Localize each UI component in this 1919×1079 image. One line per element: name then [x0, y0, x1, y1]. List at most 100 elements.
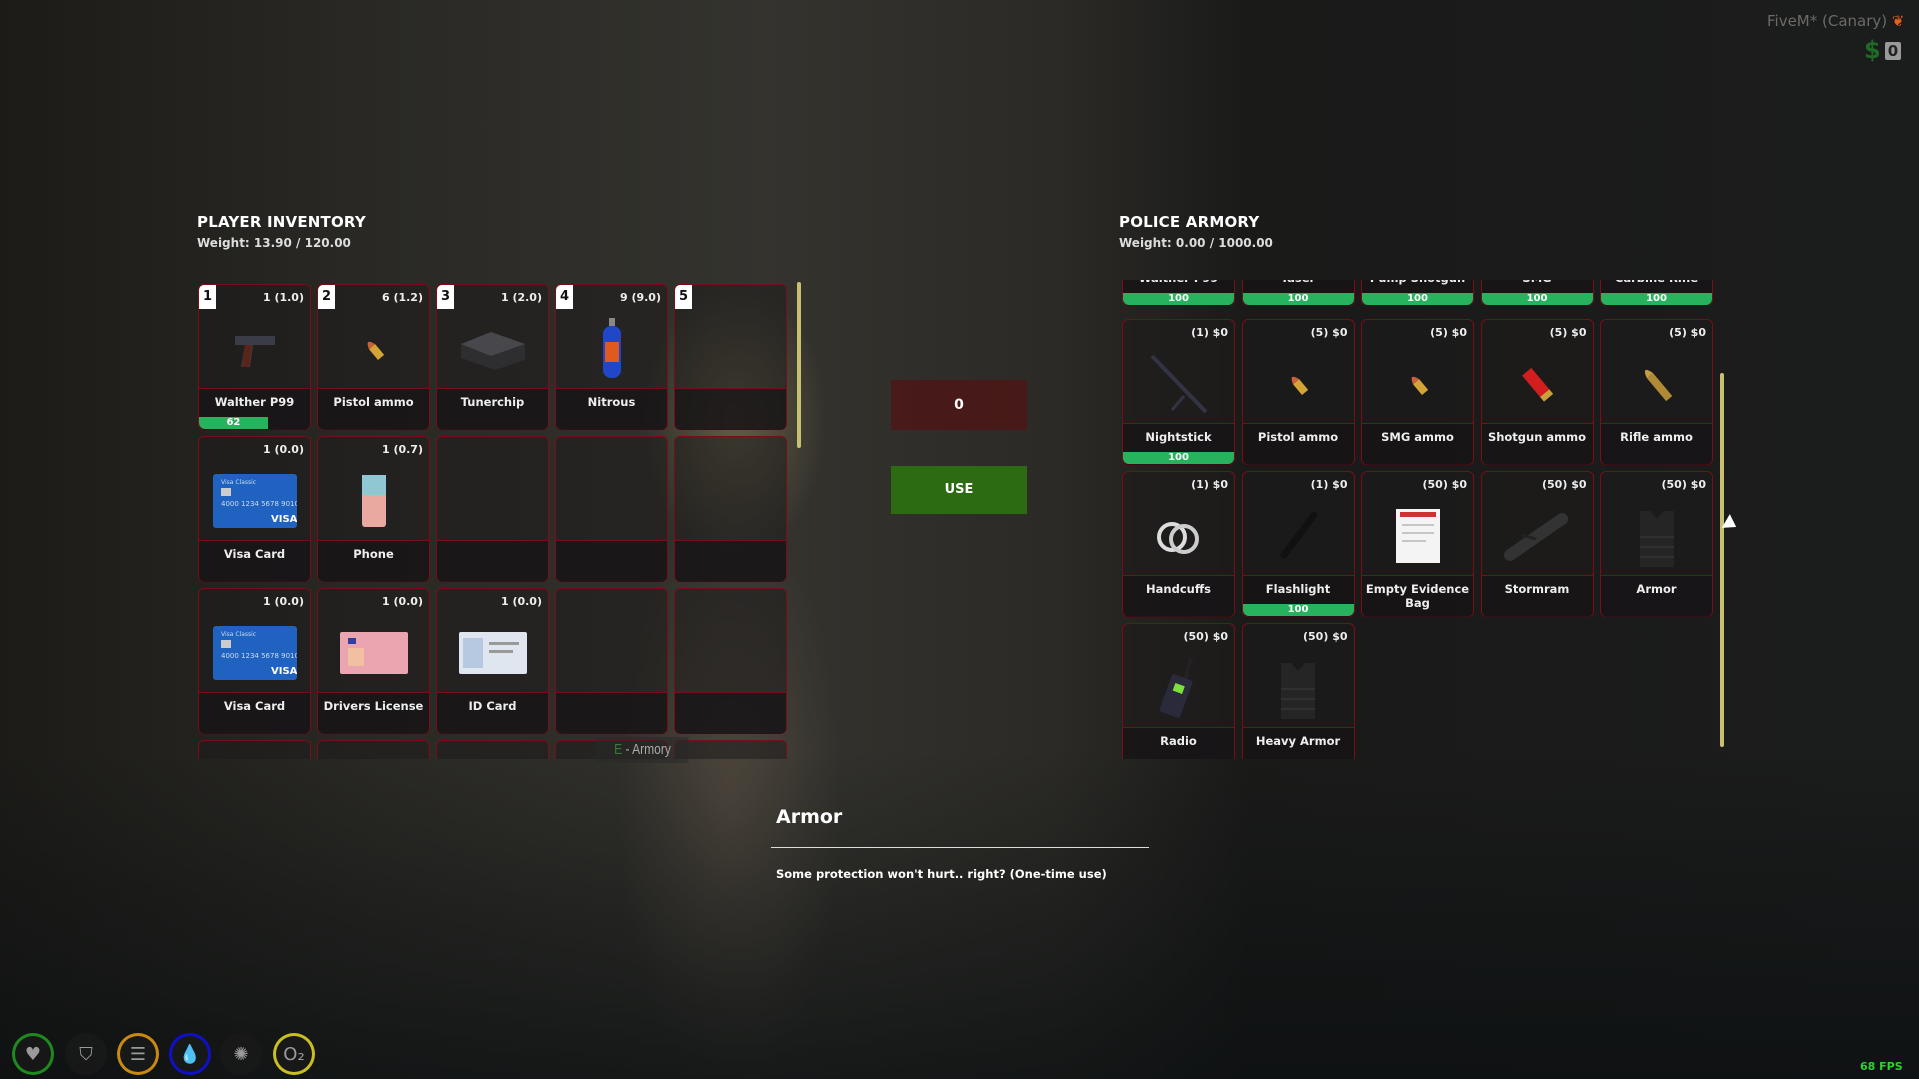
- player_inventory-slot[interactable]: [198, 740, 311, 759]
- armory-slot[interactable]: (5) $0 Shotgun ammo: [1480, 319, 1594, 465]
- armory-slot[interactable]: Pump Shotgun 100: [1361, 280, 1474, 306]
- stormram-icon: [1482, 500, 1593, 572]
- item-label: Flashlight: [1265, 582, 1331, 596]
- armory-slot[interactable]: Walther P99 100: [1122, 280, 1235, 306]
- slot-number: 2: [318, 285, 335, 309]
- item-label: Nightstick: [1145, 430, 1212, 444]
- armory-slot[interactable]: (1) $0 Handcuffs: [1122, 471, 1235, 617]
- player_inventory-slot[interactable]: [674, 740, 787, 759]
- player-inventory-title: PLAYER INVENTORY: [197, 213, 366, 231]
- durability-bar: 100: [1123, 452, 1234, 464]
- item-amount: 1 (0.0): [381, 595, 423, 608]
- client-name: FiveM* (Canary): [1767, 12, 1888, 30]
- player_inventory-slot[interactable]: 1 1 (1.0) Walther P99 62: [198, 284, 311, 430]
- water-drop-status: 💧: [169, 1033, 211, 1075]
- player_inventory-slot[interactable]: [436, 740, 549, 759]
- item-label-area: [556, 692, 667, 734]
- slot-number: 5: [675, 285, 692, 309]
- player_inventory-slot[interactable]: 1 (0.0) Visa Classic 4000 1234 5678 9010 VI…: [198, 588, 311, 734]
- item-label: Handcuffs: [1146, 582, 1211, 596]
- player_inventory-slot[interactable]: [555, 588, 668, 734]
- item-label: Heavy Armor: [1255, 734, 1341, 748]
- player_inventory-slot[interactable]: 5: [674, 284, 787, 430]
- leaf-icon: ❦: [1891, 12, 1905, 30]
- description-divider: [771, 847, 1149, 848]
- item-label-area: [675, 388, 786, 430]
- item-label: Pistol ammo: [1257, 430, 1339, 444]
- armory-slot[interactable]: (50) $0 Heavy Armor: [1241, 623, 1355, 759]
- player_inventory-slot[interactable]: 4 9 (9.0) Nitrous: [555, 284, 668, 430]
- svg-text:Visa Classic: Visa Classic: [221, 479, 256, 486]
- player_inventory-slot[interactable]: 1 (0.0) ID Card: [436, 588, 549, 734]
- pistol-icon: [199, 313, 310, 385]
- bullet-icon: [1362, 348, 1473, 420]
- player_inventory-slot[interactable]: 2 6 (1.2) Pistol ammo: [317, 284, 430, 430]
- player_inventory-slot[interactable]: 3 1 (2.0) Tunerchip: [436, 284, 549, 430]
- item-label: SMG: [1522, 280, 1551, 285]
- player_inventory-slot[interactable]: 1 (0.0) Visa Classic 4000 1234 5678 9010 VI…: [198, 436, 311, 582]
- item-amount: 1 (1.0): [262, 291, 304, 304]
- item-label-area: Armor: [1601, 575, 1712, 617]
- item-label-area: [675, 692, 786, 734]
- player_inventory-slot[interactable]: [436, 436, 549, 582]
- armory-slot[interactable]: (5) $0 Pistol ammo: [1241, 319, 1355, 465]
- armory-slot[interactable]: (50) $0 Radio: [1122, 623, 1235, 759]
- item-label-area: Handcuffs: [1123, 575, 1234, 617]
- armory-weight: Weight: 0.00 / 1000.00: [1119, 236, 1273, 250]
- item-amount: (50) $0: [1661, 478, 1707, 491]
- shield-status: ⛉: [65, 1033, 107, 1075]
- player_inventory-slot[interactable]: 1 (0.0) Drivers License: [317, 588, 430, 734]
- item-label: Radio: [1160, 734, 1197, 748]
- item-label: Drivers License: [323, 699, 424, 713]
- armory-slot[interactable]: SMG 100: [1480, 280, 1594, 306]
- slot-number: 3: [437, 285, 454, 309]
- armory-slot[interactable]: (50) $0 Stormram: [1480, 471, 1594, 617]
- durability-value: 100: [1526, 293, 1548, 304]
- player-inventory-scrollbar[interactable]: [797, 282, 801, 448]
- armory-slot[interactable]: Carbine Rifle 100: [1600, 280, 1713, 306]
- player_inventory-slot[interactable]: 1 (0.7) Phone: [317, 436, 430, 582]
- item-label: Visa Card: [223, 699, 286, 713]
- hint-key: E: [614, 741, 623, 758]
- item-label: Visa Card: [223, 547, 286, 561]
- player_inventory-slot[interactable]: [674, 588, 787, 734]
- armory-slot[interactable]: Taser 100: [1241, 280, 1355, 306]
- cash-symbol: $: [1864, 36, 1881, 64]
- id-card-icon: [437, 617, 548, 689]
- armory-slot[interactable]: (50) $0 Armor: [1600, 471, 1713, 617]
- item-amount: (1) $0: [1191, 326, 1228, 339]
- mouse-cursor-icon: [1721, 514, 1741, 534]
- item-label: Walther P99: [1139, 280, 1219, 285]
- durability-bar: 100: [1242, 604, 1354, 616]
- heart-status: ♥: [12, 1033, 54, 1075]
- armory-scrollbar[interactable]: [1720, 373, 1724, 747]
- player_inventory-slot[interactable]: [674, 436, 787, 582]
- durability-value: 100: [1407, 293, 1428, 304]
- burger-status: ☰: [117, 1033, 159, 1075]
- armory-slot[interactable]: (1) $0 Flashlight 100: [1241, 471, 1355, 617]
- item-label: Pump Shotgun: [1370, 280, 1465, 285]
- armory-slot[interactable]: (5) $0 SMG ammo: [1361, 319, 1474, 465]
- item-amount: (50) $0: [1422, 478, 1468, 491]
- item-label: Tunerchip: [460, 395, 525, 409]
- item-label: Pistol ammo: [333, 395, 414, 409]
- durability-bar: 100: [1362, 293, 1473, 305]
- use-button[interactable]: USE: [891, 466, 1027, 514]
- shotgun-shell-icon: [1482, 348, 1593, 420]
- hint-text: - Armory: [622, 741, 671, 758]
- durability-bar: 62: [199, 417, 268, 429]
- player_inventory-slot[interactable]: [317, 740, 430, 759]
- item-amount: (1) $0: [1310, 478, 1348, 491]
- nightstick-icon: [1123, 348, 1234, 420]
- durability-value: 62: [226, 417, 241, 428]
- player_inventory-slot[interactable]: [555, 436, 668, 582]
- armory-slot[interactable]: (1) $0 Nightstick 100: [1122, 319, 1235, 465]
- item-label-area: ID Card: [437, 692, 548, 734]
- durability-bar: 100: [1601, 293, 1712, 305]
- amount-input[interactable]: 0: [891, 380, 1027, 430]
- visa-card-icon: Visa Classic 4000 1234 5678 9010 VISA: [199, 465, 310, 537]
- armory-slot[interactable]: (5) $0 Rifle ammo: [1600, 319, 1713, 465]
- item-amount: 9 (9.0): [619, 291, 661, 304]
- background-shade: [0, 749, 1919, 1079]
- armory-slot[interactable]: (50) $0 Empty Evidence Bag: [1361, 471, 1474, 617]
